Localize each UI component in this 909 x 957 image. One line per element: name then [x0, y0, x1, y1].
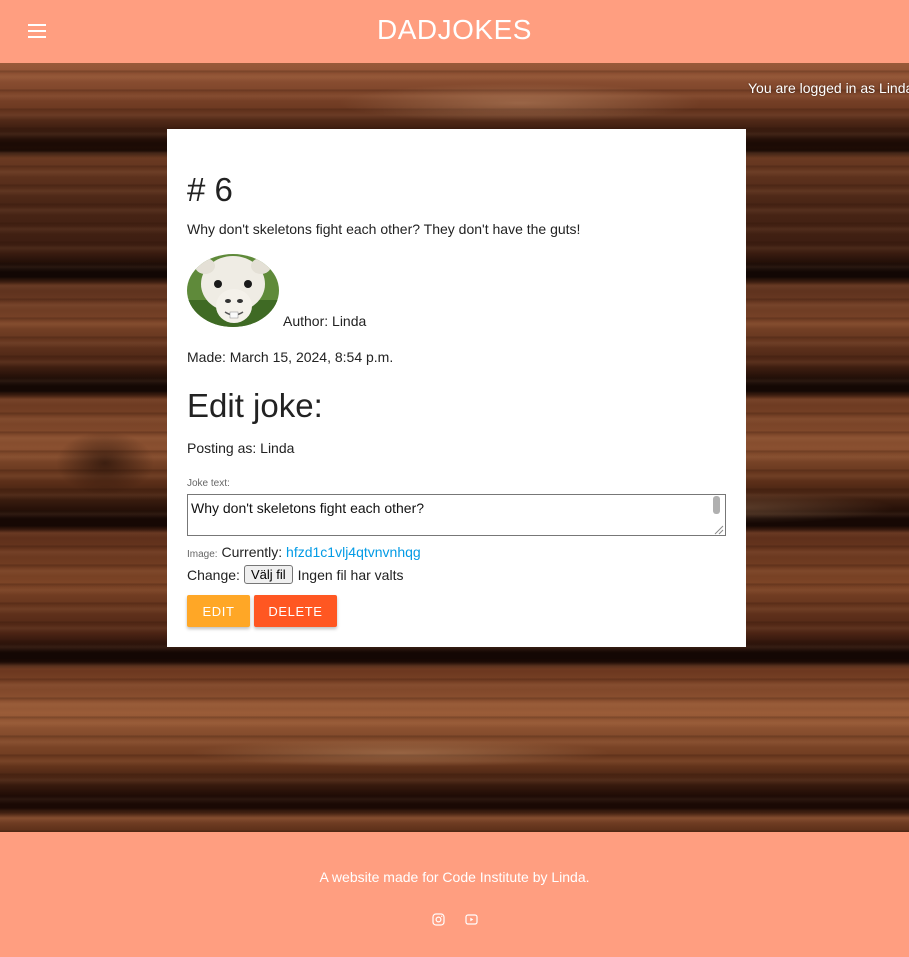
joke-text: Why don't skeletons fight each other? Th…: [187, 221, 581, 237]
current-image-link[interactable]: hfzd1c1vlj4qtvnvnhqg: [286, 544, 421, 560]
joke-card: # 6 Why don't skeletons fight each other…: [167, 129, 746, 647]
login-status: You are logged in as Linda: [748, 80, 909, 96]
posting-as-label: Posting as: Linda: [187, 440, 295, 456]
top-navbar: DADJOKES: [0, 0, 909, 63]
instagram-icon[interactable]: [431, 913, 445, 926]
youtube-icon[interactable]: [464, 913, 478, 926]
joke-author: Author: Linda: [283, 313, 367, 329]
joke-text-field[interactable]: Why don't skeletons fight each other? Th…: [187, 494, 726, 536]
social-links: [0, 913, 909, 926]
footer-text: A website made for Code Institute by Lin…: [319, 869, 590, 885]
delete-button[interactable]: DELETE: [254, 595, 337, 627]
change-label: Change:: [187, 566, 240, 583]
edit-button[interactable]: EDIT: [187, 595, 250, 627]
author-avatar: [187, 254, 279, 327]
joke-text-label: Joke text:: [187, 478, 230, 489]
page-footer: A website made for Code Institute by Lin…: [0, 832, 909, 957]
image-label: Image:: [187, 549, 218, 560]
file-status: Ingen fil har valts: [297, 566, 404, 583]
choose-file-button[interactable]: Välj fil: [243, 565, 293, 584]
image-currently-label: Currently:: [221, 544, 283, 560]
textarea-scrollbar[interactable]: [713, 496, 720, 514]
image-change-row: Change: Välj fil Ingen fil har valts: [187, 565, 403, 584]
joke-number-heading: # 6: [187, 171, 233, 208]
joke-made-date: Made: March 15, 2024, 8:54 p.m.: [187, 349, 394, 365]
brand-logo[interactable]: DADJOKES: [0, 14, 909, 46]
image-current-row: Image: Currently: hfzd1c1vlj4qtvnvnhqg: [187, 544, 421, 560]
edit-joke-heading: Edit joke:: [187, 387, 323, 424]
resize-handle-icon[interactable]: [712, 523, 724, 535]
